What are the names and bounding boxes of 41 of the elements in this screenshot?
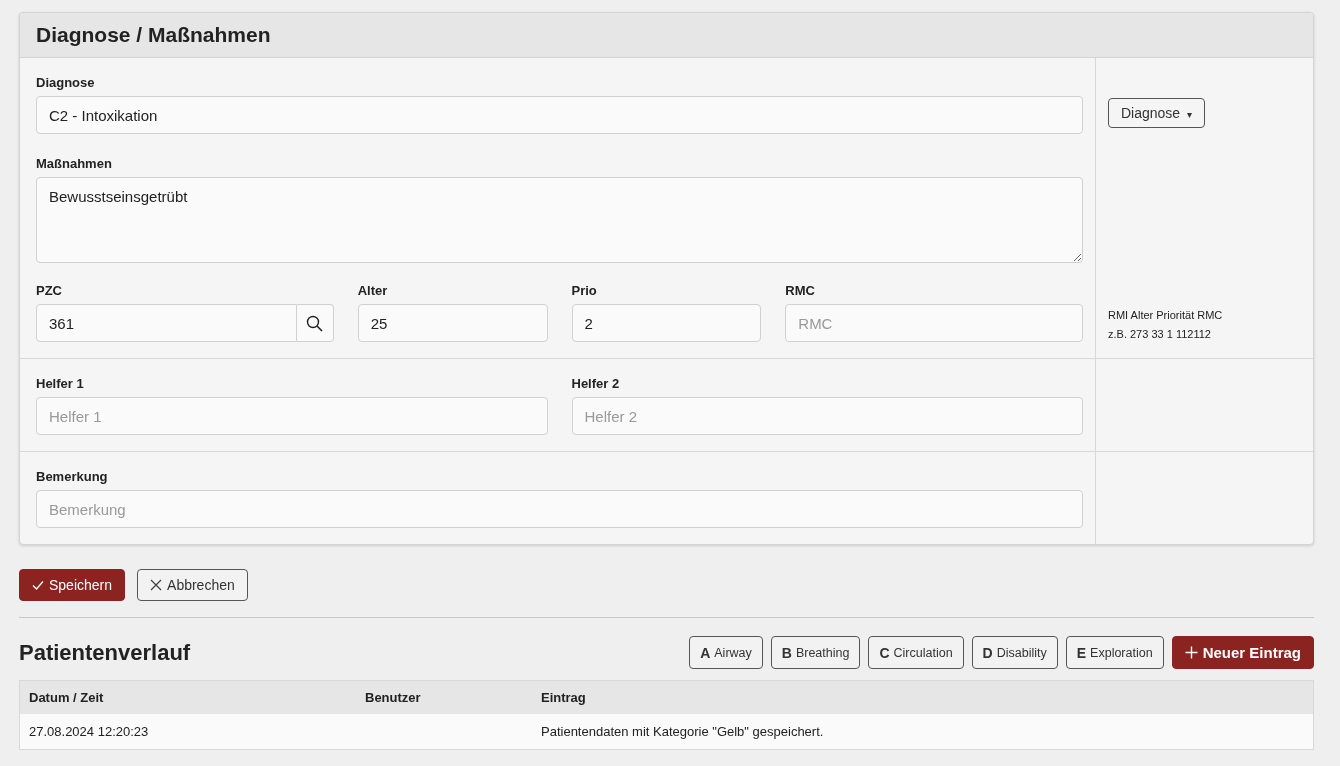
column-header: Eintrag (532, 680, 1314, 714)
table-cell: 27.08.2024 12:20:23 (19, 714, 356, 750)
field-label: RMC (785, 283, 816, 298)
new-entry-button[interactable]: Neuer Eintrag (1171, 636, 1314, 669)
cancel-button[interactable]: Abbrechen (137, 569, 248, 601)
section-title: Patientenverlauf (19, 639, 191, 666)
field-label: Maßnahmen (36, 156, 113, 171)
search-icon (306, 314, 324, 332)
input-field[interactable]: Helfer 1 (36, 397, 548, 435)
input-field[interactable]: RMC (785, 304, 1083, 342)
hint-text: RMI Alter Priorität RMC (1108, 308, 1224, 323)
input-field[interactable]: Bemerkung (36, 490, 1083, 528)
search-button[interactable] (297, 304, 334, 342)
input-field[interactable]: Helfer 2 (571, 397, 1083, 435)
check-icon (32, 579, 44, 591)
abcde-button[interactable]: E Exploration (1065, 636, 1164, 669)
text-area[interactable]: Bewusstseinsgetrübt (36, 177, 1083, 263)
hint-text: z.B. 273 33 1 112112 (1108, 327, 1212, 342)
abcde-button[interactable]: D Disability (971, 636, 1058, 669)
field-label: Helfer 1 (36, 376, 85, 391)
column-header: Datum / Zeit (19, 680, 356, 714)
input-field[interactable]: 25 (357, 304, 548, 342)
table-cell: Patientendaten mit Kategorie "Gelb" gespeichert. (532, 714, 1314, 750)
field-label: Prio (571, 283, 598, 298)
field-label: Alter (357, 283, 389, 298)
input-field[interactable]: 361 (36, 304, 298, 342)
field-label: Diagnose (36, 75, 96, 90)
input-field[interactable]: C2 - Intoxikation (36, 96, 1083, 134)
card-title: Diagnose / Maßnahmen (20, 13, 1313, 58)
abcde-button[interactable]: C Circulation (868, 636, 964, 669)
save-button[interactable]: Speichern (19, 569, 126, 601)
close-icon (150, 579, 163, 591)
input-field[interactable]: 2 (571, 304, 762, 342)
field-label: Bemerkung (36, 469, 109, 484)
field-label: Helfer 2 (571, 376, 621, 391)
abcde-button[interactable]: A Airway (689, 636, 763, 669)
field-label: PZC (36, 283, 63, 298)
plus-icon (1184, 646, 1198, 659)
abcde-button[interactable]: B Breathing (770, 636, 861, 669)
diagnose-dropdown[interactable]: Diagnose ▾ (1108, 98, 1206, 128)
column-header: Benutzer (356, 680, 532, 714)
